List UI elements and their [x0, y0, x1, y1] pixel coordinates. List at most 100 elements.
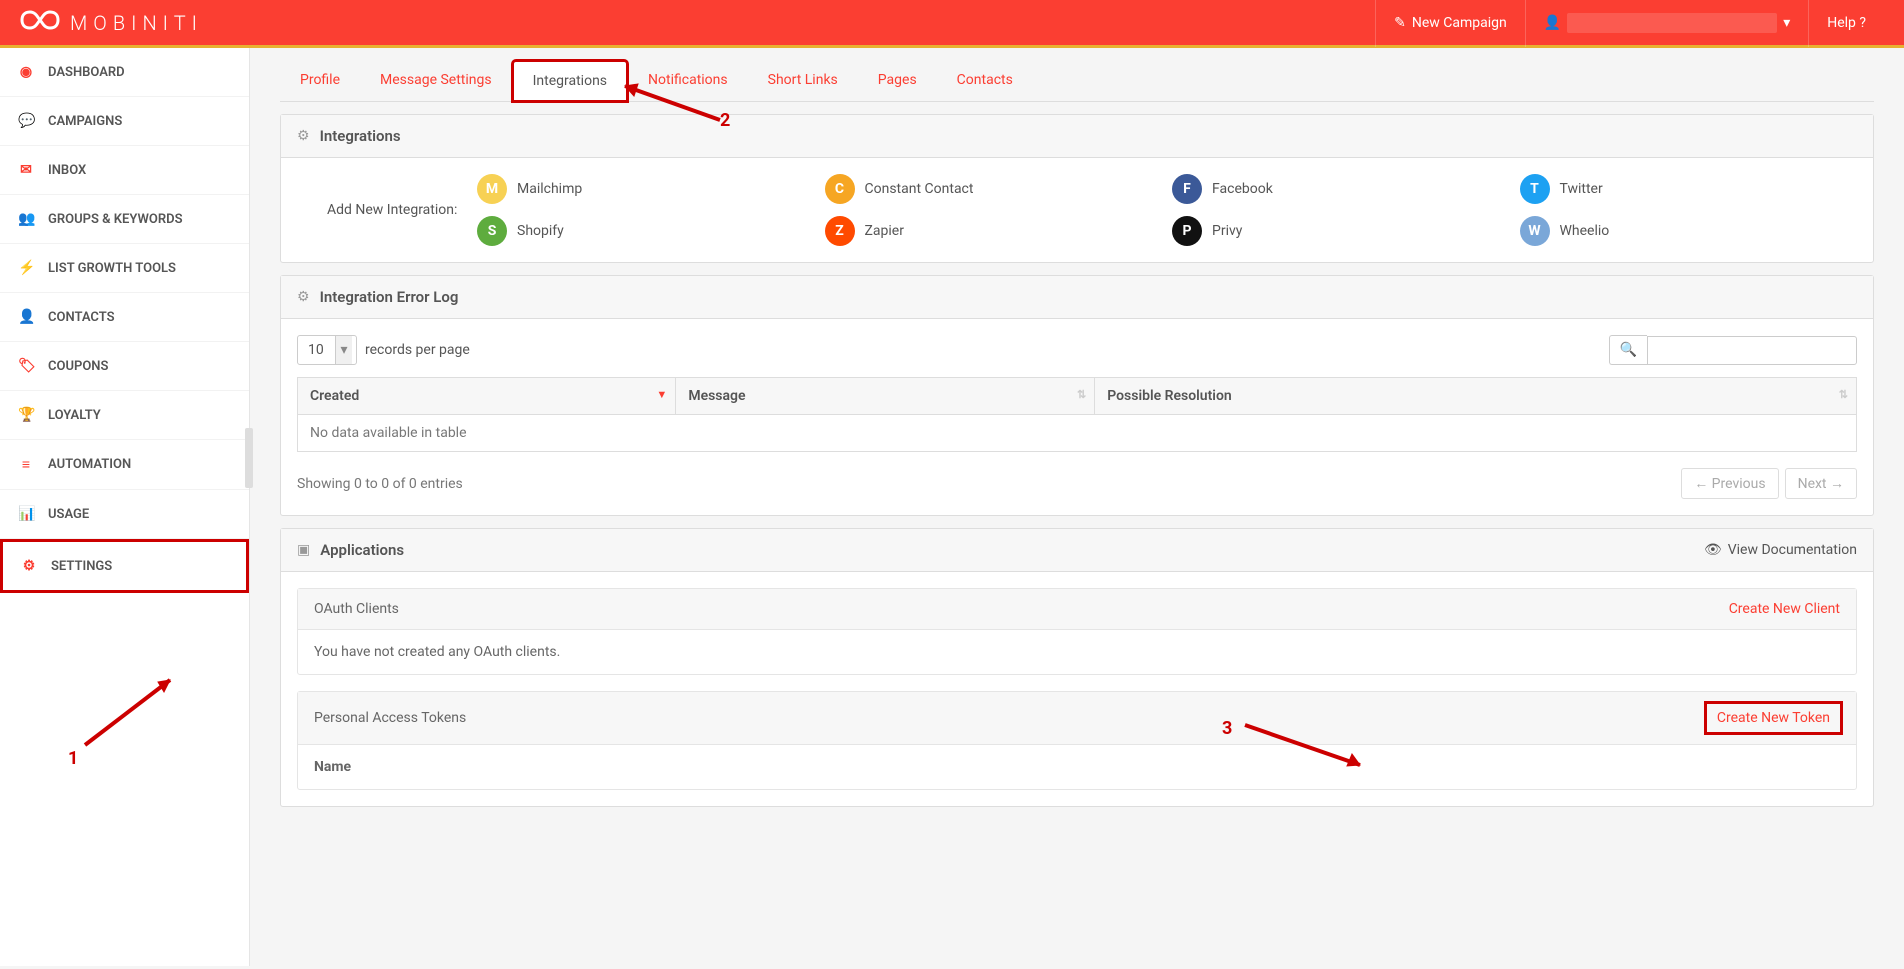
tab-short-links[interactable]: Short Links	[748, 60, 858, 101]
tokens-name-column: Name	[314, 759, 351, 775]
integration-privy[interactable]: P Privy	[1172, 216, 1510, 246]
sidebar-item-dashboard[interactable]: ◉DASHBOARD	[0, 48, 249, 97]
help-label: Help ?	[1827, 15, 1866, 31]
sidebar-icon: 🏆	[18, 407, 34, 423]
integration-icon: F	[1172, 174, 1202, 204]
integration-label: Wheelio	[1560, 223, 1610, 239]
main-content: ProfileMessage SettingsIntegrationsNotif…	[250, 48, 1904, 966]
view-documentation-link[interactable]: 👁 View Documentation	[1704, 542, 1857, 558]
sidebar-item-list-growth-tools[interactable]: ⚡LIST GROWTH TOOLS	[0, 244, 249, 293]
settings-tabs: ProfileMessage SettingsIntegrationsNotif…	[280, 60, 1874, 102]
tab-pages[interactable]: Pages	[858, 60, 937, 101]
eye-icon: 👁	[1704, 542, 1722, 558]
tokens-panel: Personal Access Tokens Create New Token …	[297, 691, 1857, 790]
column-message[interactable]: Message⇅	[676, 378, 1095, 415]
oauth-clients-panel: OAuth Clients Create New Client You have…	[297, 588, 1857, 675]
top-header: MOBINITI ✎ New Campaign 👤 ▾ Help ?	[0, 0, 1904, 48]
user-menu[interactable]: 👤 ▾	[1525, 0, 1808, 47]
sidebar-item-label: INBOX	[48, 163, 86, 178]
infinity-icon	[20, 10, 60, 35]
column-created[interactable]: Created▼	[298, 378, 676, 415]
tab-notifications[interactable]: Notifications	[628, 60, 748, 101]
sidebar-item-label: COUPONS	[48, 359, 108, 374]
integration-facebook[interactable]: FFacebook	[1172, 174, 1510, 204]
integration-label: Shopify	[517, 223, 564, 239]
sidebar-item-label: CONTACTS	[48, 310, 115, 325]
window-icon: ▣	[297, 542, 310, 558]
sidebar-item-settings[interactable]: ⚙ SETTINGS	[0, 539, 249, 593]
sidebar-item-label: AUTOMATION	[48, 457, 131, 472]
sidebar: ◉DASHBOARD 💬 CAMPAIGNS ✉ INBOX 👥 GROUPS & KEYW…	[0, 48, 250, 966]
integration-label: Zapier	[865, 223, 904, 239]
next-page-button[interactable]: Next →	[1785, 468, 1857, 499]
integration-icon: Z	[825, 216, 855, 246]
sidebar-icon: 🏷	[18, 358, 34, 374]
sidebar-icon: ⚙	[21, 558, 37, 574]
new-campaign-button[interactable]: ✎ New Campaign	[1375, 0, 1525, 47]
error-log-panel: ⚙ Integration Error Log 10 records per p…	[280, 275, 1874, 516]
integration-label: Constant Contact	[865, 181, 974, 197]
applications-title: Applications	[320, 541, 404, 559]
integration-mailchimp[interactable]: MMailchimp	[477, 174, 815, 204]
integration-twitter[interactable]: T Twitter	[1520, 174, 1858, 204]
sidebar-item-label: CAMPAIGNS	[48, 114, 122, 129]
sidebar-item-label: SETTINGS	[51, 559, 112, 574]
tab-profile[interactable]: Profile	[280, 60, 360, 101]
sidebar-icon: 👤	[18, 309, 34, 325]
tab-contacts[interactable]: Contacts	[937, 60, 1033, 101]
sidebar-item-automation[interactable]: ≡AUTOMATION	[0, 440, 249, 490]
oauth-empty-text: You have not created any OAuth clients.	[298, 630, 1856, 674]
sidebar-item-label: LOYALTY	[48, 408, 101, 423]
gear-icon: ⚙	[297, 128, 310, 144]
integration-icon: T	[1520, 174, 1550, 204]
create-new-token-link[interactable]: Create New Token	[1707, 704, 1840, 732]
brand-text: MOBINITI	[70, 11, 203, 35]
sidebar-item-label: LIST GROWTH TOOLS	[48, 261, 176, 276]
column-possible-resolution[interactable]: Possible Resolution⇅	[1095, 378, 1857, 415]
gear-icon: ⚙	[297, 289, 310, 305]
sidebar-item-groups-keywords[interactable]: 👥 GROUPS & KEYWORDS	[0, 195, 249, 244]
sidebar-item-contacts[interactable]: 👤 CONTACTS	[0, 293, 249, 342]
integrations-title: Integrations	[320, 127, 401, 145]
records-per-page-select[interactable]: 10	[297, 335, 357, 365]
table-empty-row: No data available in table	[298, 415, 1857, 452]
view-doc-label: View Documentation	[1728, 542, 1857, 558]
sidebar-item-loyalty[interactable]: 🏆 LOYALTY	[0, 391, 249, 440]
integration-shopify[interactable]: SShopify	[477, 216, 815, 246]
help-button[interactable]: Help ?	[1808, 0, 1884, 47]
error-log-search-input[interactable]	[1647, 336, 1857, 365]
integration-constant-contact[interactable]: C Constant Contact	[825, 174, 1163, 204]
tab-message-settings[interactable]: Message Settings	[360, 60, 512, 101]
integration-label: Privy	[1212, 223, 1242, 239]
sidebar-item-coupons[interactable]: 🏷 COUPONS	[0, 342, 249, 391]
sidebar-item-campaigns[interactable]: 💬 CAMPAIGNS	[0, 97, 249, 146]
sidebar-item-inbox[interactable]: ✉ INBOX	[0, 146, 249, 195]
edit-icon: ✎	[1394, 15, 1406, 31]
integration-icon: W	[1520, 216, 1550, 246]
sidebar-item-label: GROUPS & KEYWORDS	[48, 212, 183, 227]
search-icon: 🔍	[1609, 335, 1647, 365]
integration-label: Mailchimp	[517, 181, 582, 197]
user-name-redacted	[1567, 13, 1777, 33]
integration-zapier[interactable]: Z Zapier	[825, 216, 1163, 246]
tab-integrations[interactable]: Integrations	[512, 60, 628, 102]
integration-icon: C	[825, 174, 855, 204]
prev-page-button[interactable]: ← Previous	[1681, 468, 1778, 499]
applications-panel: ▣ Applications 👁 View Documentation OAut…	[280, 528, 1874, 807]
tokens-title: Personal Access Tokens	[314, 710, 466, 726]
integration-wheelio[interactable]: W Wheelio	[1520, 216, 1858, 246]
sidebar-resize-handle[interactable]	[245, 428, 253, 488]
records-label: records per page	[365, 342, 470, 358]
sidebar-icon: 👥	[18, 211, 34, 227]
sidebar-icon: 💬	[18, 113, 34, 129]
user-icon: 👤	[1544, 15, 1561, 31]
sort-icon: ▼	[656, 388, 667, 401]
create-new-client-link[interactable]: Create New Client	[1729, 601, 1840, 617]
new-campaign-label: New Campaign	[1412, 15, 1507, 31]
integration-icon: P	[1172, 216, 1202, 246]
sidebar-item-usage[interactable]: 📊USAGE	[0, 490, 249, 539]
sidebar-item-label: USAGE	[48, 507, 89, 522]
sidebar-icon: ✉	[18, 162, 34, 178]
sort-icon: ⇅	[1077, 388, 1086, 401]
integration-label: Twitter	[1560, 181, 1603, 197]
